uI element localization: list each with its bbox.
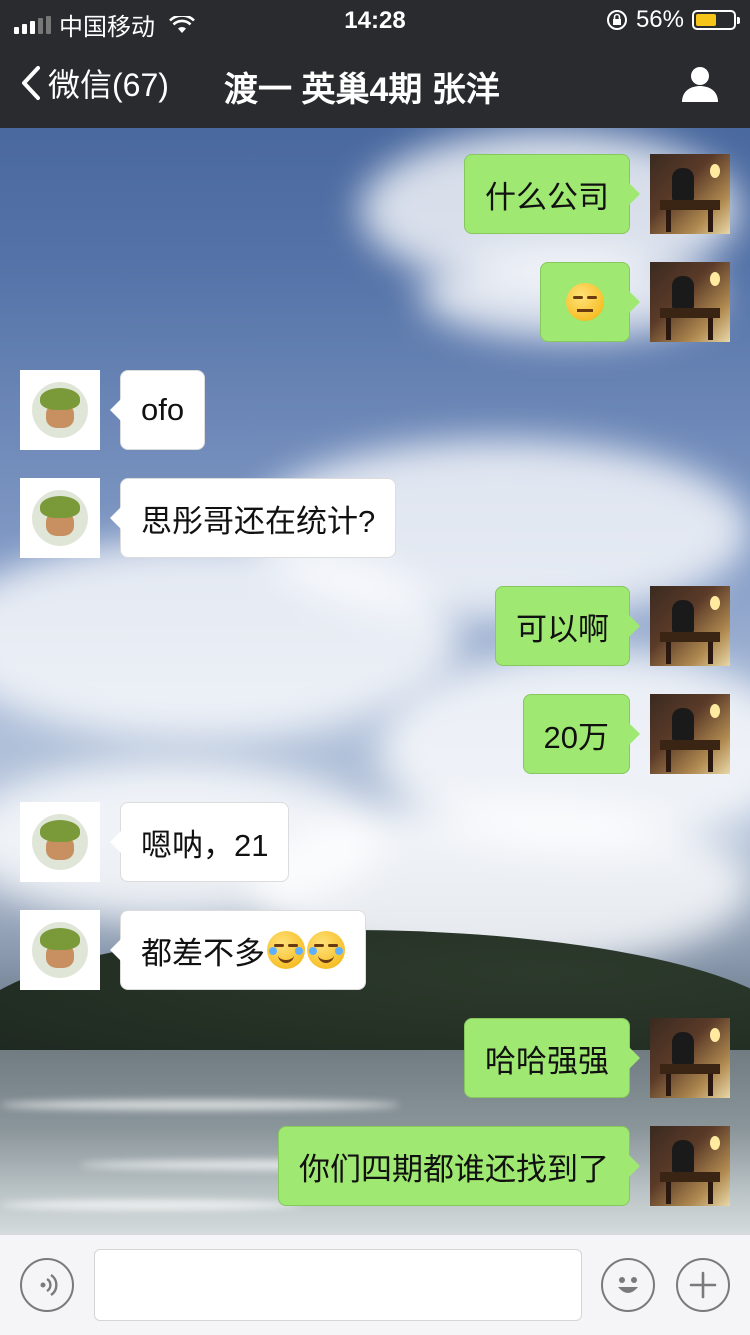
message-text: 什么公司 [485,179,609,215]
message-bubble[interactable]: 都差不多 [110,910,366,990]
friend-avatar[interactable] [20,370,100,450]
profile-icon[interactable] [680,64,720,104]
rotation-lock-icon [606,10,627,30]
message-bubble[interactable]: 20万 [522,694,641,774]
message-text: 思彤哥还在统计? [141,503,376,539]
my-avatar[interactable] [650,1126,730,1206]
thinking-face-emoji [566,283,604,321]
more-button[interactable] [676,1258,730,1312]
message-row: 哈哈强强 [0,1018,750,1098]
message-text: 都差不多 [141,935,265,971]
message-row: 你们四期都谁还找到了 [0,1126,750,1206]
input-bar [0,1234,750,1335]
nav-bar: 微信(67) 渡一 英巢4期 张洋 [0,40,750,128]
message-row: 嗯呐，21 [0,802,750,882]
message-text: 20万 [543,719,609,755]
message-bubble[interactable]: 思彤哥还在统计? [109,478,397,558]
message-text: 嗯呐，21 [141,827,269,863]
message-text: 可以啊 [516,611,609,647]
message-text: 哈哈强强 [485,1043,609,1079]
voice-button[interactable] [20,1258,74,1312]
my-avatar[interactable] [650,1018,730,1098]
chat-title: 渡一 英巢4期 张洋 [224,71,500,109]
message-bubble[interactable]: ofo [109,370,206,450]
back-label: 微信(67) [48,67,169,103]
emoji-icon [618,1277,638,1293]
message-bubble[interactable] [540,262,640,342]
message-bubble[interactable]: 嗯呐，21 [109,802,290,882]
laughing-tears-emoji [267,931,305,969]
message-row: 都差不多 [0,910,750,990]
message-row: 可以啊 [0,586,750,666]
message-bubble[interactable]: 可以啊 [495,586,640,666]
friend-avatar[interactable] [20,802,100,882]
message-list: 什么公司 ofo 思彤哥还在统计? 可以啊 20万 嗯呐，21 都差不多 哈哈强… [0,128,750,1234]
my-avatar[interactable] [650,694,730,774]
friend-avatar[interactable] [20,910,100,990]
battery-icon [692,10,740,30]
friend-avatar[interactable] [20,478,100,558]
message-bubble[interactable]: 什么公司 [464,154,640,234]
status-right-group: 56% [606,6,740,34]
message-text: 你们四期都谁还找到了 [299,1151,609,1187]
message-input[interactable] [94,1249,582,1321]
my-avatar[interactable] [650,262,730,342]
battery-percent: 56% [635,6,684,33]
message-row: 思彤哥还在统计? [0,478,750,558]
my-avatar[interactable] [650,586,730,666]
message-bubble[interactable]: 哈哈强强 [464,1018,640,1098]
message-row: ofo [0,370,750,450]
message-row [0,262,750,342]
message-text: ofo [141,392,185,427]
back-button[interactable]: 微信(67) [18,60,169,106]
status-bar: 中国移动 14:28 56% [0,0,750,41]
laughing-tears-emoji [307,931,345,969]
back-chevron-icon [22,66,40,100]
message-row: 什么公司 [0,154,750,234]
voice-icon [40,1274,58,1296]
emoji-button[interactable] [601,1258,655,1312]
message-bubble[interactable]: 你们四期都谁还找到了 [278,1126,640,1206]
plus-icon [689,1271,717,1299]
my-avatar[interactable] [650,154,730,234]
message-row: 20万 [0,694,750,774]
